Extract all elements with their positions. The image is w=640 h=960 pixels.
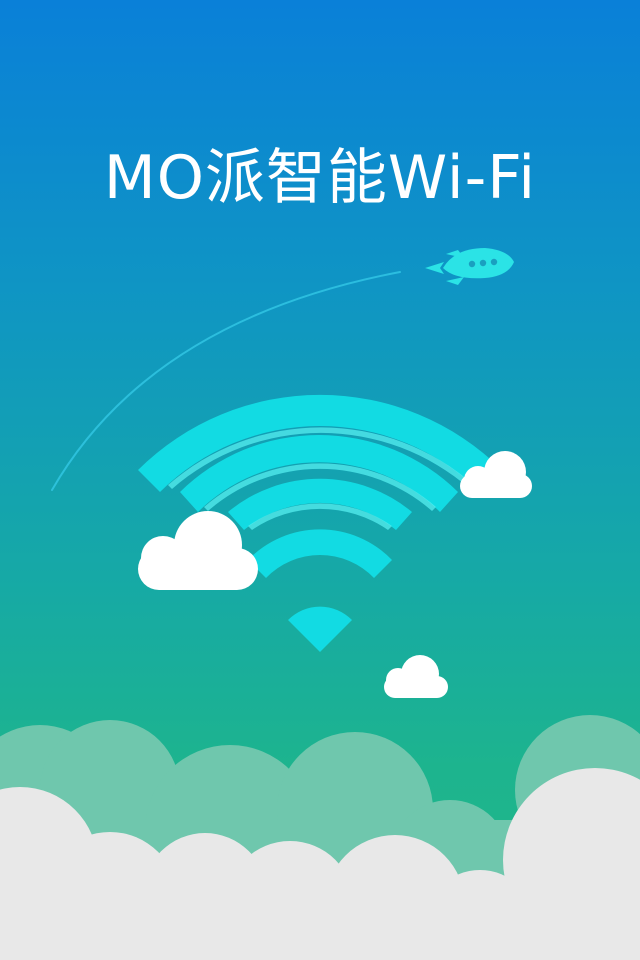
cloud-icon: [384, 655, 448, 698]
splash-illustration: [0, 248, 640, 960]
splash-screen: MO派智能Wi-Fi: [0, 0, 640, 960]
rocket-icon: [425, 248, 514, 285]
